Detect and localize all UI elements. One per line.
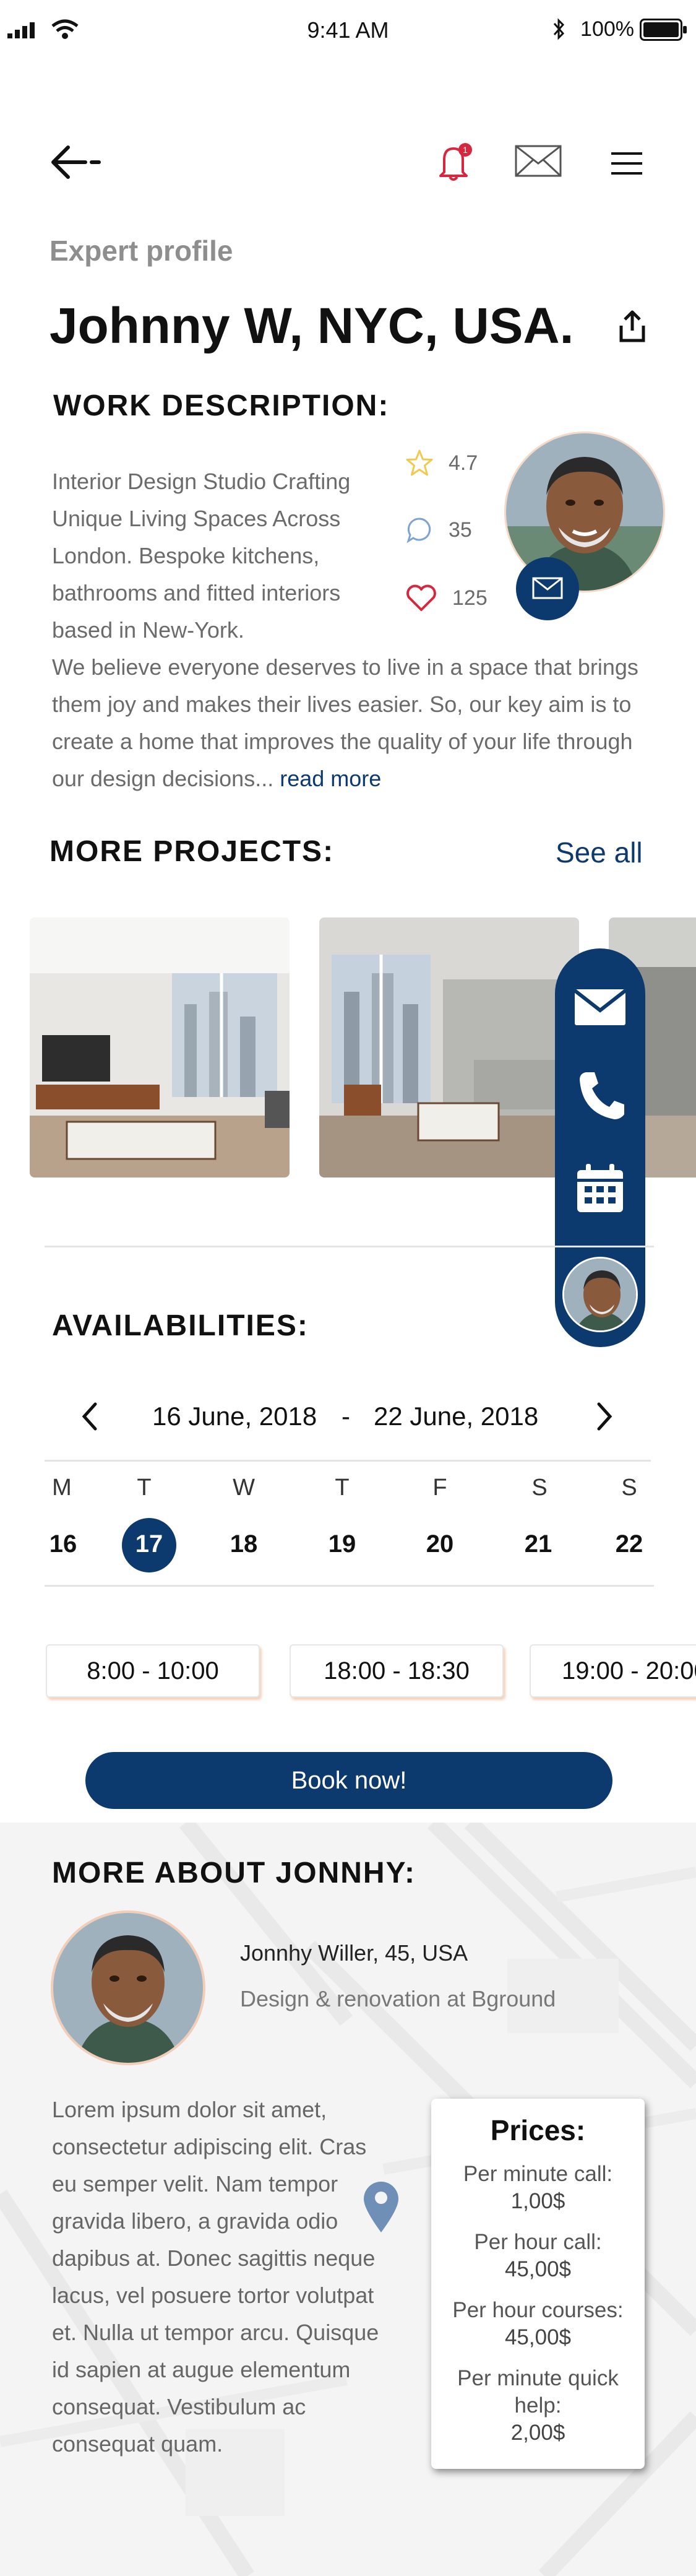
page-title: Johnny W, NYC, USA. <box>49 298 574 354</box>
calendar-divider <box>45 1585 654 1587</box>
price-value: 45,00$ <box>504 2325 572 2349</box>
price-label: Per minute call: <box>463 2162 613 2186</box>
more-projects-heading: MORE PROJECTS: <box>49 835 340 872</box>
price-label: Per hour call: <box>474 2230 602 2254</box>
day-letter: S <box>531 1475 548 1501</box>
page-subtitle: Expert profile <box>49 235 233 267</box>
read-more-link[interactable]: read more <box>280 766 381 791</box>
envelope-icon <box>532 577 563 599</box>
expert-job-line: Design & renovation at Bground <box>240 1986 556 2011</box>
bell-icon[interactable]: 1 <box>433 140 476 183</box>
bluetooth-icon <box>553 18 565 40</box>
calendar-day[interactable]: 22 <box>611 1530 648 1558</box>
project-image[interactable] <box>30 917 290 1177</box>
status-bar: 9:41 AM 100% <box>0 0 696 59</box>
star-icon <box>406 449 433 476</box>
envelope-icon[interactable] <box>572 986 628 1029</box>
more-projects-title: MORE PROJECTS: <box>49 835 335 868</box>
likes-count: 125 <box>452 586 488 610</box>
time-slot[interactable]: 18:00 - 18:30 <box>290 1644 504 1698</box>
availabilities-title: AVAILABILITIES: <box>52 1309 309 1342</box>
week-start-date: 16 June, 2018 <box>152 1402 317 1431</box>
calendar-divider <box>45 1460 651 1462</box>
work-description-short: Interior Design Studio Crafting Unique L… <box>52 469 351 643</box>
day-letter: T <box>335 1475 350 1501</box>
more-about-heading: MORE ABOUT JONNHY: <box>52 1856 421 1894</box>
avatar <box>53 1913 203 2063</box>
day-letter: S <box>621 1475 637 1501</box>
message-expert-button[interactable] <box>516 557 579 620</box>
price-value: 45,00$ <box>504 2257 572 2281</box>
map-pin-icon[interactable] <box>361 2179 401 2235</box>
heart-icon[interactable] <box>405 584 437 612</box>
availabilities-heading: AVAILABILITIES: <box>52 1309 314 1347</box>
phone-icon[interactable] <box>577 1070 624 1121</box>
calendar-day[interactable]: 19 <box>324 1530 361 1558</box>
project-image[interactable] <box>319 917 579 1177</box>
price-value: 1,00$ <box>510 2189 565 2213</box>
day-letter: T <box>137 1475 152 1501</box>
week-range-separator: - <box>342 1402 350 1431</box>
week-end-date: 22 June, 2018 <box>374 1402 539 1431</box>
time-slot[interactable]: 19:00 - 20:00 <box>530 1644 696 1698</box>
chevron-left-icon[interactable] <box>80 1402 99 1431</box>
prices-title: Prices: <box>490 2114 586 2146</box>
back-arrow-icon[interactable] <box>49 144 101 181</box>
price-item: Per hour call: 45,00$ <box>431 2229 645 2283</box>
see-all-link[interactable]: See all <box>556 836 643 869</box>
price-label: Per hour courses: <box>452 2298 624 2322</box>
battery-icon <box>640 19 687 41</box>
menu-icon[interactable] <box>611 152 643 175</box>
price-label: Per minute quick help: <box>457 2366 619 2418</box>
portrait-image <box>53 1913 203 2063</box>
battery-percent: 100% <box>580 17 634 41</box>
section-divider <box>45 1246 654 1247</box>
book-now-button[interactable]: Book now! <box>85 1752 612 1809</box>
price-item: Per minute call: 1,00$ <box>431 2161 645 2215</box>
about-text: Lorem ipsum dolor sit amet, consectetur … <box>52 2097 379 2457</box>
notification-badge: 1 <box>463 145 468 155</box>
work-description-long: We believe everyone deserves to live in … <box>52 649 658 797</box>
work-description-heading: WORK DESCRIPTION: <box>53 389 395 427</box>
share-icon[interactable] <box>617 310 647 344</box>
day-letter: F <box>432 1475 447 1501</box>
price-value: 2,00$ <box>510 2421 565 2445</box>
rating-stat: 4.7 <box>405 445 504 482</box>
comment-icon <box>406 518 431 544</box>
time-slot[interactable]: 8:00 - 10:00 <box>46 1644 260 1698</box>
calendar-day[interactable]: 16 <box>45 1530 82 1558</box>
day-letter: W <box>233 1475 255 1501</box>
chevron-right-icon[interactable] <box>595 1402 614 1431</box>
calendar-day[interactable]: 18 <box>225 1530 262 1558</box>
price-item: Per hour courses: 45,00$ <box>431 2297 645 2351</box>
calendar-day[interactable]: 21 <box>520 1530 557 1558</box>
prices-card: Prices: Per minute call: 1,00$ Per hour … <box>431 2099 645 2469</box>
comments-stat: 35 <box>405 511 504 549</box>
envelope-icon[interactable] <box>515 145 562 177</box>
expert-name-line: Jonnhy Willer, 45, USA <box>240 1940 468 1966</box>
calendar-day-selected[interactable]: 17 <box>131 1530 168 1558</box>
more-about-title: MORE ABOUT JONNHY: <box>52 1857 416 1889</box>
contact-action-bar <box>555 948 645 1347</box>
avatar[interactable] <box>562 1257 638 1332</box>
calendar-day[interactable]: 20 <box>421 1530 458 1558</box>
price-item: Per minute quick help: 2,00$ <box>431 2365 645 2447</box>
rating-value: 4.7 <box>449 451 478 475</box>
work-description-title: WORK DESCRIPTION: <box>53 389 390 422</box>
comments-count: 35 <box>449 518 472 542</box>
likes-stat: 125 <box>405 579 504 617</box>
calendar-icon[interactable] <box>575 1163 625 1215</box>
day-letter: M <box>52 1475 72 1501</box>
